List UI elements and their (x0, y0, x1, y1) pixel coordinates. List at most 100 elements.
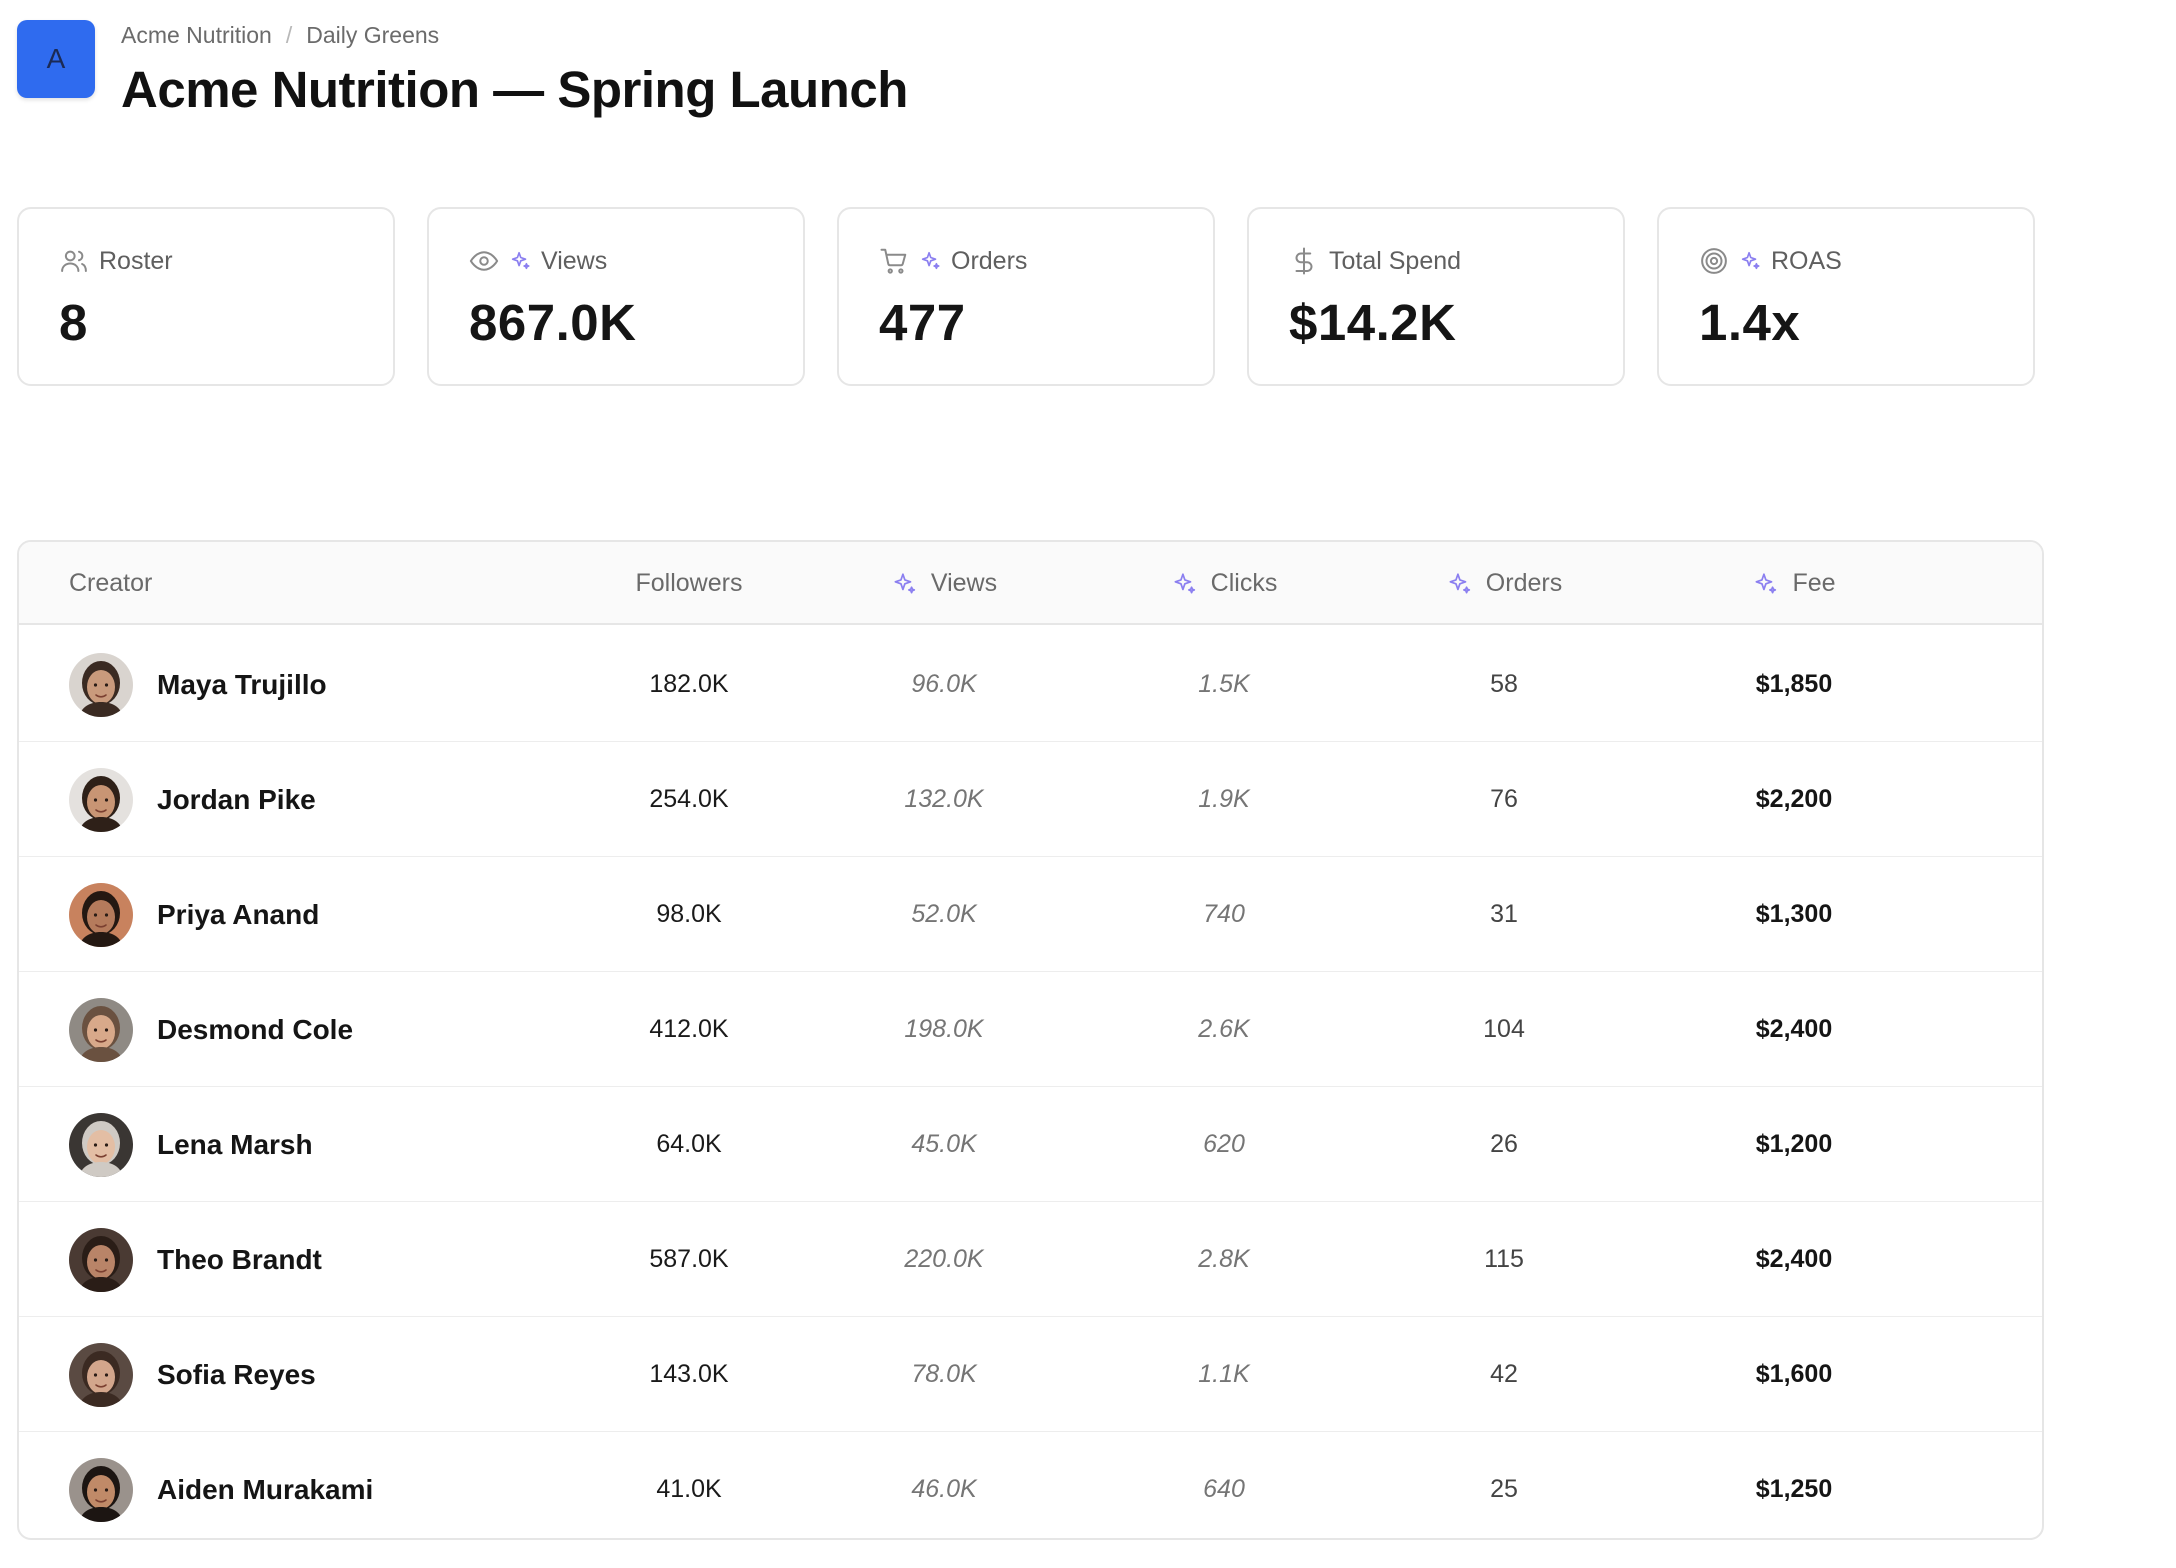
followers-cell: 41.0K (656, 1475, 722, 1503)
column-header-label: Orders (1485, 569, 1563, 597)
column-header-label: Clicks (1210, 569, 1278, 597)
avatar[interactable] (69, 1227, 133, 1292)
creator-table: Creator Followers Views Clicks Orders Fee May… (17, 540, 2044, 1540)
followers-cell: 412.0K (649, 1015, 729, 1043)
table-row[interactable]: Aiden Murakami 41.0K 46.0K 640 25 $1,250 (19, 1432, 2042, 1538)
views-cell: 220.0K (904, 1245, 984, 1273)
orders-cell: 31 (1490, 900, 1518, 928)
table-row[interactable]: Maya Trujillo 182.0K 96.0K 1.5K 58 $1,850 (19, 627, 2042, 742)
column-header-label: Fee (1792, 569, 1836, 597)
stat-value: 8 (59, 294, 88, 351)
orders-cell: 104 (1483, 1015, 1525, 1043)
column-header-orders[interactable]: Orders (1384, 542, 1624, 625)
fee-cell: $1,250 (1755, 1475, 1833, 1503)
stat-value: 1.4x (1699, 294, 1801, 351)
logo-letter: A (46, 43, 66, 74)
stat-label: ROAS (1771, 246, 1842, 275)
users-icon (59, 246, 89, 276)
creator-cell: Priya Anand (69, 857, 569, 972)
fee-cell: $2,400 (1755, 1015, 1833, 1043)
stat-card-views: Views 867.0K (427, 207, 805, 386)
creator-cell: Aiden Murakami (69, 1432, 569, 1538)
table-row[interactable]: Jordan Pike 254.0K 132.0K 1.9K 76 $2,200 (19, 742, 2042, 857)
breadcrumb-item-brand[interactable]: Acme Nutrition (121, 22, 272, 49)
views-cell: 45.0K (911, 1130, 977, 1158)
creator-name[interactable]: Aiden Murakami (157, 1474, 373, 1506)
views-cell: 46.0K (911, 1475, 977, 1503)
table-row[interactable]: Desmond Cole 412.0K 198.0K 2.6K 104 $2,400 (19, 972, 2042, 1087)
column-header-clicks[interactable]: Clicks (1104, 542, 1344, 625)
orders-cell: 76 (1490, 785, 1518, 813)
stat-card-total-spend: Total Spend $14.2K (1247, 207, 1625, 386)
table-row[interactable]: Lena Marsh 64.0K 45.0K 620 26 $1,200 (19, 1087, 2042, 1202)
creator-name[interactable]: Sofia Reyes (157, 1359, 316, 1391)
avatar[interactable] (69, 882, 133, 947)
table-row[interactable]: Priya Anand 98.0K 52.0K 740 31 $1,300 (19, 857, 2042, 972)
dollar-icon (1289, 246, 1319, 276)
clicks-cell: 740 (1203, 900, 1245, 928)
avatar[interactable] (69, 652, 133, 717)
creator-cell: Desmond Cole (69, 972, 569, 1087)
followers-cell: 587.0K (649, 1245, 729, 1273)
avatar[interactable] (69, 1457, 133, 1522)
avatar[interactable] (69, 1112, 133, 1177)
breadcrumb-item-product[interactable]: Daily Greens (306, 22, 439, 49)
page: A Acme Nutrition / Daily Greens Acme Nut… (0, 0, 2176, 1568)
creator-name[interactable]: Desmond Cole (157, 1014, 353, 1046)
stat-card-header: Views (469, 241, 607, 281)
fee-cell: $1,850 (1755, 670, 1833, 698)
clicks-cell: 640 (1203, 1475, 1245, 1503)
column-header-views[interactable]: Views (824, 542, 1064, 625)
views-cell: 198.0K (904, 1015, 984, 1043)
breadcrumb: Acme Nutrition / Daily Greens (121, 20, 439, 50)
clicks-cell: 1.1K (1198, 1360, 1250, 1388)
followers-cell: 143.0K (649, 1360, 729, 1388)
orders-cell: 115 (1484, 1245, 1524, 1273)
followers-cell: 254.0K (649, 785, 729, 813)
sparkle-icon (1171, 571, 1197, 597)
creator-name[interactable]: Jordan Pike (157, 784, 316, 816)
fee-cell: $2,200 (1755, 785, 1833, 813)
stat-label: Total Spend (1329, 246, 1462, 275)
creator-cell: Jordan Pike (69, 742, 569, 857)
fee-cell: $2,400 (1755, 1245, 1833, 1273)
column-header-creator[interactable]: Creator (69, 542, 569, 625)
views-cell: 78.0K (911, 1360, 977, 1388)
orders-cell: 42 (1490, 1360, 1518, 1388)
creator-cell: Sofia Reyes (69, 1317, 569, 1432)
column-header-fee[interactable]: Fee (1684, 542, 1904, 625)
breadcrumb-separator: / (285, 21, 293, 48)
table-row[interactable]: Sofia Reyes 143.0K 78.0K 1.1K 42 $1,600 (19, 1317, 2042, 1432)
stat-card-header: Roster (59, 241, 173, 281)
stat-label: Orders (951, 246, 1028, 275)
creator-cell: Lena Marsh (69, 1087, 569, 1202)
sparkle-icon (1752, 571, 1778, 597)
column-header-followers[interactable]: Followers (574, 542, 804, 625)
creator-cell: Theo Brandt (69, 1202, 569, 1317)
avatar[interactable] (69, 1342, 133, 1407)
stat-label: Views (541, 246, 608, 275)
creator-name[interactable]: Priya Anand (157, 899, 319, 931)
stat-card-roster: Roster 8 (17, 207, 395, 386)
sparkle-icon (1446, 571, 1472, 597)
creator-name[interactable]: Maya Trujillo (157, 669, 327, 701)
views-cell: 96.0K (911, 670, 977, 698)
stat-value: 867.0K (469, 294, 637, 351)
creator-name[interactable]: Lena Marsh (157, 1129, 313, 1161)
avatar[interactable] (69, 767, 133, 832)
stat-card-orders: Orders 477 (837, 207, 1215, 386)
column-header-label: Followers (635, 569, 743, 597)
views-cell: 52.0K (911, 900, 977, 928)
column-header-label: Views (930, 569, 998, 597)
table-row[interactable]: Theo Brandt 587.0K 220.0K 2.8K 115 $2,400 (19, 1202, 2042, 1317)
avatar[interactable] (69, 997, 133, 1062)
sparkle-icon (509, 250, 531, 272)
stat-value: $14.2K (1289, 294, 1457, 351)
workspace-logo[interactable]: A (17, 20, 95, 98)
stat-card-header: ROAS (1699, 241, 1842, 281)
sparkle-icon (919, 250, 941, 272)
stat-label: Roster (99, 246, 173, 275)
sparkle-icon (891, 571, 917, 597)
table-header: Creator Followers Views Clicks Orders Fee (19, 542, 2042, 625)
creator-name[interactable]: Theo Brandt (157, 1244, 322, 1276)
